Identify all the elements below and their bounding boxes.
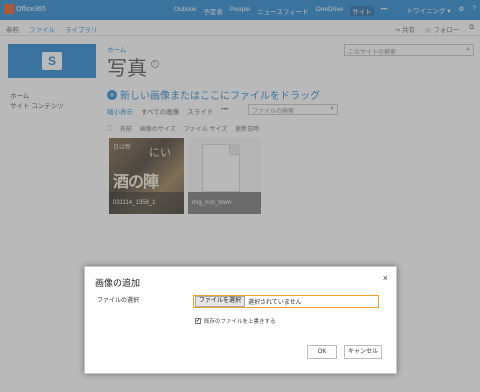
add-picture-dialog: 画像の追加 × ファイルの選択 ファイルを選択 選択されていません ✔ 既存のフ… bbox=[84, 266, 397, 374]
close-icon[interactable]: × bbox=[383, 273, 388, 283]
overwrite-checkbox[interactable]: ✔ bbox=[195, 318, 201, 324]
overwrite-option[interactable]: ✔ 既存のファイルを上書きする bbox=[195, 317, 276, 325]
choose-file-button[interactable]: ファイルを選択 bbox=[195, 296, 246, 307]
overwrite-label: 既存のファイルを上書きする bbox=[204, 319, 276, 325]
dialog-title: 画像の追加 bbox=[95, 278, 141, 288]
file-input[interactable]: ファイルを選択 選択されていません bbox=[193, 295, 379, 308]
ok-button[interactable]: OK bbox=[307, 345, 337, 359]
cancel-button[interactable]: キャンセル bbox=[344, 345, 382, 359]
file-status-text: 選択されていません bbox=[248, 300, 302, 306]
file-select-label: ファイルの選択 bbox=[97, 298, 140, 304]
